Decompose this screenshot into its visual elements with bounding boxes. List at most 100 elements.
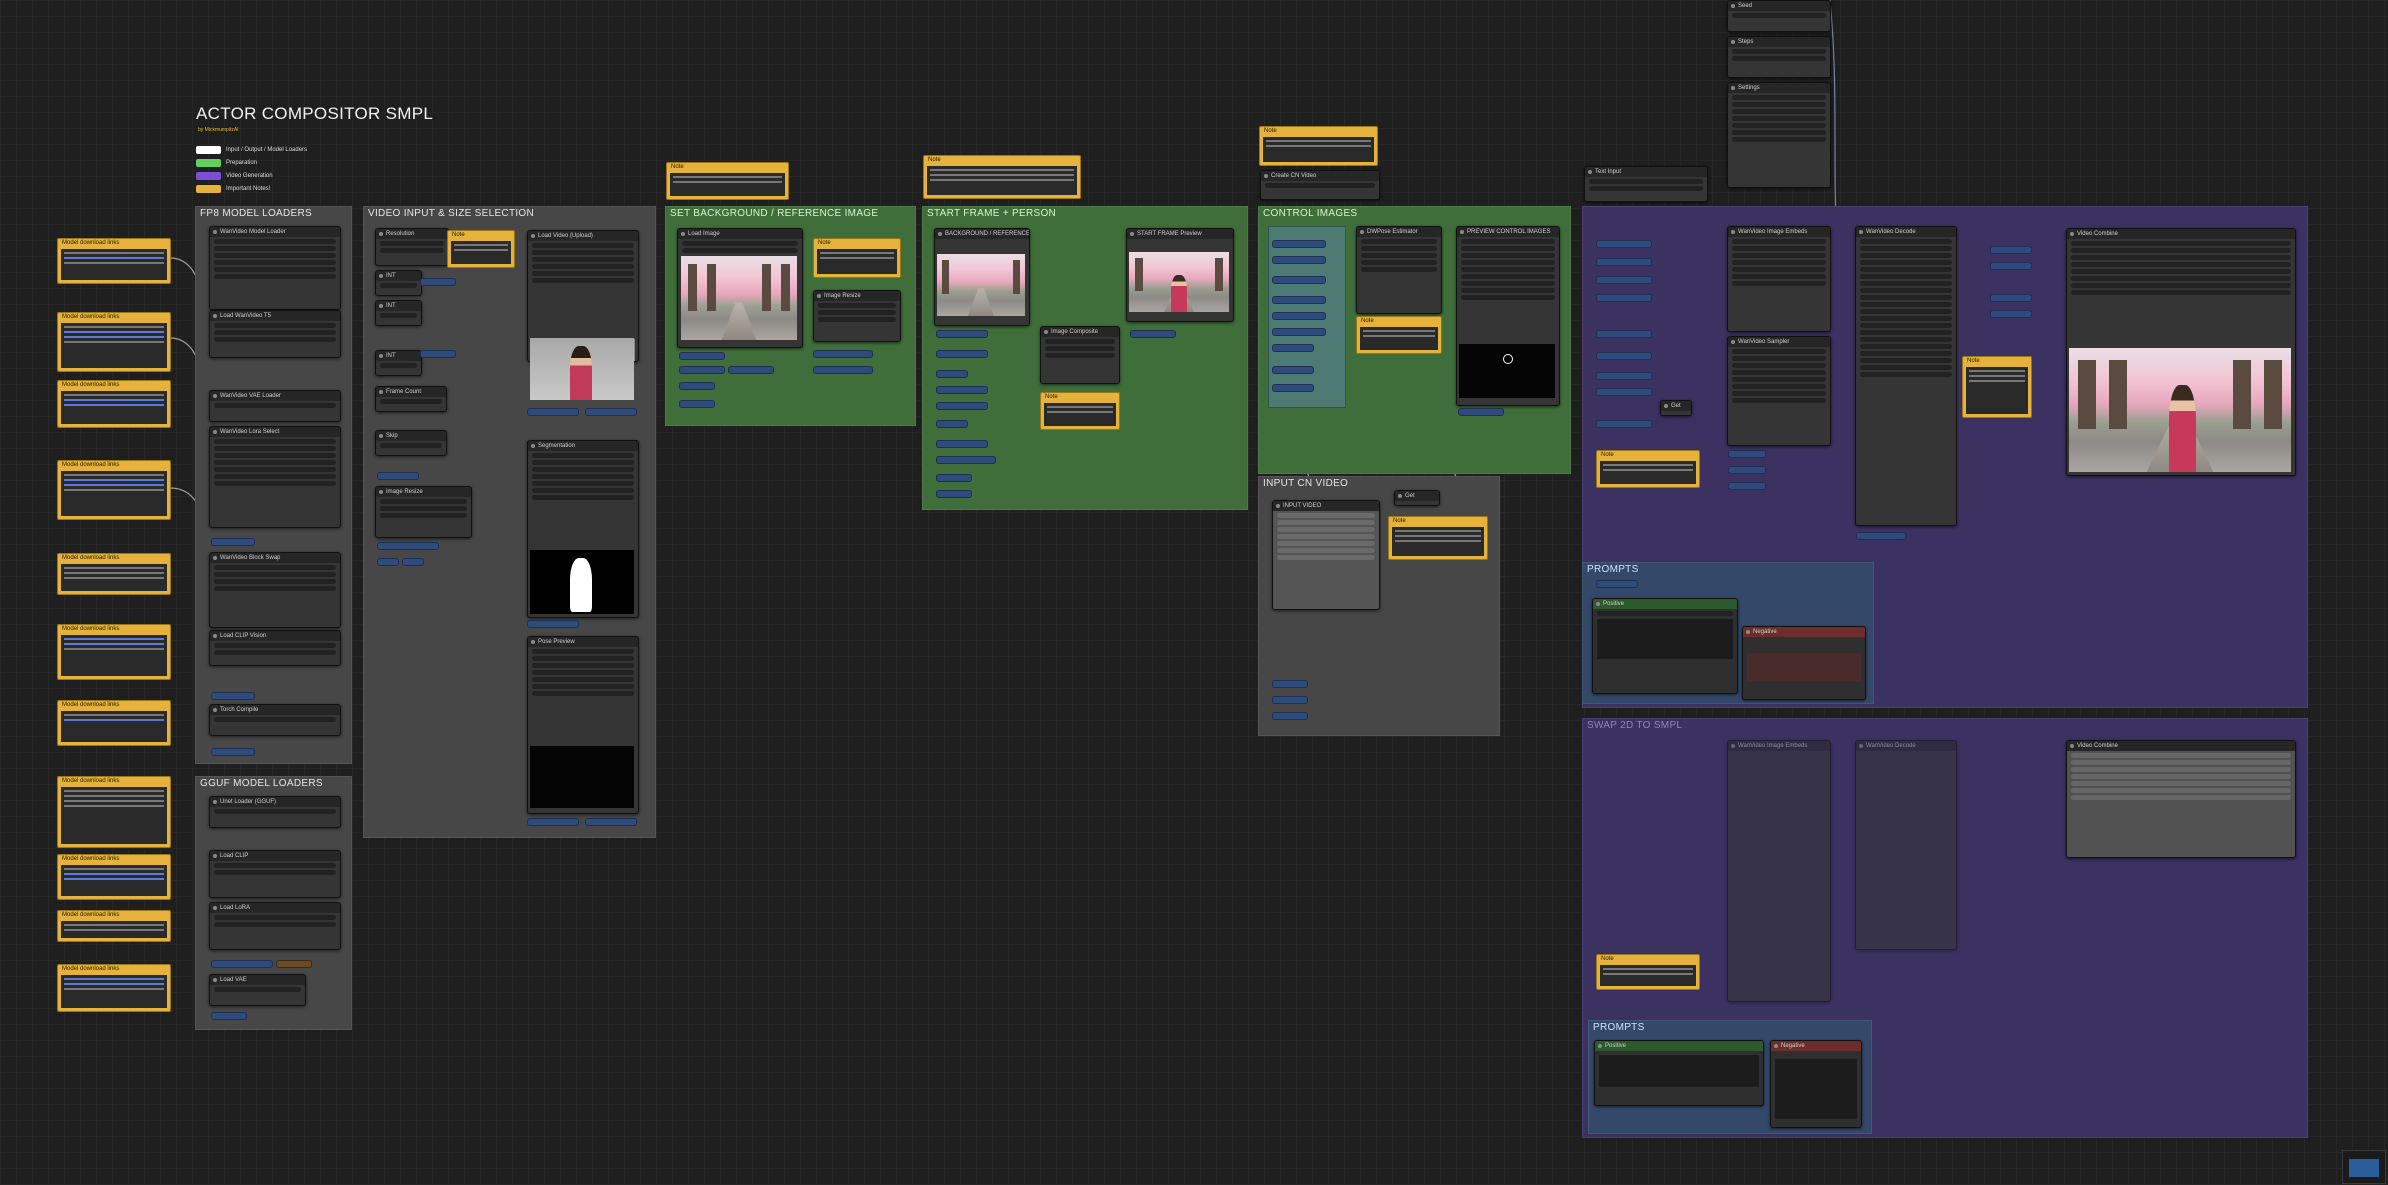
- reroute[interactable]: [679, 400, 715, 408]
- node-size-4[interactable]: Frame Count: [375, 386, 447, 412]
- reroute[interactable]: [377, 472, 419, 480]
- note-start-frame-2[interactable]: Note: [1040, 392, 1120, 430]
- node-image-resize[interactable]: Image Resize: [813, 290, 901, 342]
- note-model-download-3[interactable]: Model download links: [57, 380, 171, 428]
- note-start-frame[interactable]: Note: [923, 155, 1081, 199]
- node-embeds[interactable]: WanVideo Image Embeds: [1727, 226, 1831, 332]
- node-gguf-4[interactable]: Load VAE: [209, 974, 306, 1006]
- reroute[interactable]: [211, 692, 255, 700]
- reroute[interactable]: [1272, 256, 1326, 264]
- note-model-download-6[interactable]: Model download links: [57, 624, 171, 680]
- reroute[interactable]: [1596, 580, 1638, 588]
- reroute[interactable]: [402, 558, 424, 566]
- node-gguf-3[interactable]: Load LoRA: [209, 902, 341, 950]
- node-size-1[interactable]: INT: [375, 270, 422, 296]
- reroute[interactable]: [585, 408, 637, 416]
- reroute[interactable]: [527, 818, 579, 826]
- reroute[interactable]: [936, 370, 968, 378]
- node-loader-1[interactable]: WanVideo Model Loader: [209, 226, 341, 310]
- note-control-images[interactable]: Note: [1259, 126, 1378, 166]
- reroute[interactable]: [1458, 408, 1504, 416]
- reroute[interactable]: [1272, 328, 1326, 336]
- reroute[interactable]: [1596, 294, 1652, 302]
- reroute[interactable]: [936, 420, 968, 428]
- node-bottom-combine[interactable]: Video Combine: [2066, 740, 2296, 858]
- reroute[interactable]: [211, 960, 273, 968]
- reroute[interactable]: [1990, 310, 2032, 318]
- reroute[interactable]: [1990, 294, 2032, 302]
- node-size-3[interactable]: INT: [375, 350, 422, 376]
- node-decode[interactable]: WanVideo Decode: [1855, 226, 1957, 526]
- reroute[interactable]: [1596, 352, 1652, 360]
- node-top-3[interactable]: Settings: [1727, 82, 1831, 188]
- note-model-download-1[interactable]: Model download links: [57, 238, 171, 284]
- reroute[interactable]: [1272, 276, 1326, 284]
- note-output[interactable]: Note: [1962, 356, 2032, 418]
- reroute[interactable]: [1596, 276, 1652, 284]
- reroute[interactable]: [527, 408, 579, 416]
- note-background[interactable]: Note: [666, 162, 789, 200]
- note-control-2[interactable]: Note: [1356, 316, 1442, 354]
- reroute[interactable]: [1596, 330, 1652, 338]
- reroute[interactable]: [276, 960, 312, 968]
- reroute[interactable]: [936, 440, 988, 448]
- reroute[interactable]: [936, 386, 988, 394]
- node-loader-3[interactable]: WanVideo VAE Loader: [209, 390, 341, 422]
- node-cn-small[interactable]: Get: [1394, 490, 1440, 506]
- reroute[interactable]: [1130, 330, 1176, 338]
- reroute[interactable]: [1272, 312, 1326, 320]
- reroute[interactable]: [1272, 296, 1326, 304]
- reroute[interactable]: [1272, 696, 1308, 704]
- reroute[interactable]: [1990, 246, 2032, 254]
- node-input-video[interactable]: INPUT VIDEO: [1272, 500, 1380, 610]
- reroute[interactable]: [211, 748, 255, 756]
- reroute[interactable]: [679, 366, 725, 374]
- reroute[interactable]: [679, 352, 725, 360]
- reroute[interactable]: [377, 558, 399, 566]
- reroute[interactable]: [211, 538, 255, 546]
- note-model-download-9[interactable]: Model download links: [57, 854, 171, 900]
- node-gguf-2[interactable]: Load CLIP: [209, 850, 341, 898]
- reroute[interactable]: [936, 490, 972, 498]
- note-model-download-8[interactable]: Model download links: [57, 776, 171, 848]
- node-top-2[interactable]: Steps: [1727, 36, 1831, 78]
- reroute[interactable]: [1596, 240, 1652, 248]
- node-loader-5[interactable]: WanVideo Block Swap: [209, 552, 341, 628]
- reroute[interactable]: [1728, 450, 1766, 458]
- reroute[interactable]: [728, 366, 774, 374]
- note-model-download-5[interactable]: Model download links: [57, 553, 171, 595]
- node-loader-4[interactable]: WanVideo Lora Select: [209, 426, 341, 528]
- node-bottom-positive[interactable]: Positive: [1594, 1040, 1764, 1106]
- reroute[interactable]: [1272, 240, 1326, 248]
- reroute[interactable]: [1596, 420, 1652, 428]
- node-negative-prompt[interactable]: Negative: [1742, 626, 1866, 700]
- note-input-cn[interactable]: Note: [1388, 516, 1488, 560]
- node-dwpose[interactable]: DWPose Estimator: [1356, 226, 1442, 314]
- node-bottom-negative[interactable]: Negative: [1770, 1040, 1862, 1128]
- node-top-1[interactable]: Seed: [1727, 0, 1831, 32]
- reroute[interactable]: [936, 456, 996, 464]
- reroute[interactable]: [1272, 344, 1314, 352]
- note-model-download-4[interactable]: Model download links: [57, 460, 171, 520]
- reroute[interactable]: [377, 542, 439, 550]
- reroute[interactable]: [1596, 258, 1652, 266]
- node-gguf-1[interactable]: Unet Loader (GGUF): [209, 796, 341, 828]
- reroute[interactable]: [1856, 532, 1906, 540]
- reroute[interactable]: [420, 278, 456, 286]
- note-load-image[interactable]: Note: [813, 238, 901, 278]
- note-model-download-10[interactable]: Model download links: [57, 910, 171, 942]
- reroute[interactable]: [813, 366, 873, 374]
- node-bottom-decode[interactable]: WanVideo Decode: [1855, 740, 1957, 950]
- reroute[interactable]: [1272, 366, 1314, 374]
- reroute[interactable]: [1596, 388, 1652, 396]
- node-size-6[interactable]: Image Resize: [375, 486, 472, 538]
- node-create-cn[interactable]: Create CN Video: [1260, 170, 1380, 200]
- reroute[interactable]: [936, 402, 988, 410]
- reroute[interactable]: [527, 620, 579, 628]
- reroute[interactable]: [936, 474, 972, 482]
- node-resolution[interactable]: Resolution: [375, 228, 449, 266]
- reroute[interactable]: [1728, 482, 1766, 490]
- node-top-left[interactable]: Text Input: [1584, 166, 1708, 202]
- node-composite[interactable]: Image Composite: [1040, 326, 1120, 384]
- node-text-encode[interactable]: Get: [1660, 400, 1692, 416]
